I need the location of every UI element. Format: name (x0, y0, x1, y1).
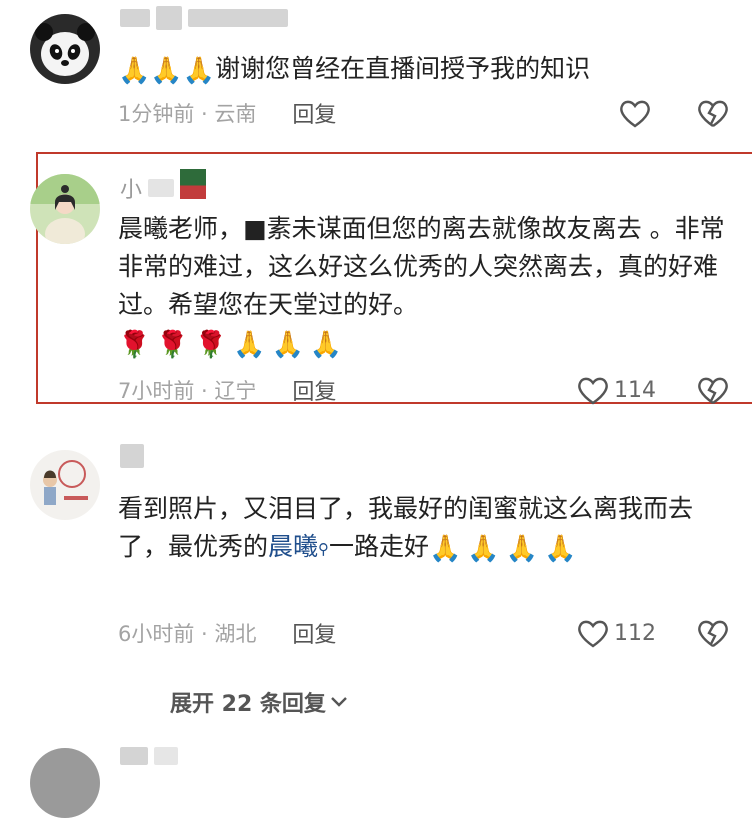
broken-heart-icon (696, 618, 730, 648)
broken-heart-icon (696, 375, 730, 405)
commenter-name[interactable] (120, 442, 144, 470)
comment-text: 晨曦老师，■素未谋面但您的离去就像故友离去 。非常非常的难过，这么好这么优秀的人… (118, 214, 725, 360)
timestamp-location: 7小时前 · 辽宁 (118, 379, 257, 403)
emoji-group: 🌹🌹🌹🙏🙏🙏 (118, 330, 349, 360)
commenter-name[interactable] (120, 4, 288, 32)
broken-heart-icon (696, 98, 730, 128)
dislike-button[interactable] (696, 98, 730, 128)
timestamp-location: 6小时前 · 湖北 (118, 622, 257, 646)
like-count: 114 (614, 377, 656, 403)
comment-meta: 1分钟前 · 云南 回复 (118, 97, 730, 129)
emoji-group: 🙏🙏🙏🙏 (429, 534, 583, 564)
chevron-down-icon (330, 695, 348, 709)
comment-meta: 6小时前 · 湖北 回复 112 (118, 617, 730, 649)
reply-button[interactable]: 回复 (292, 374, 336, 406)
reply-button[interactable]: 回复 (292, 617, 336, 649)
search-icon: ⚲ (318, 540, 330, 558)
like-button[interactable]: 114 (576, 375, 656, 405)
like-count: 112 (614, 620, 656, 646)
timestamp-location: 1分钟前 · 云南 (118, 102, 257, 126)
heart-outline-icon (576, 618, 610, 648)
comment-text: 🙏🙏🙏谢谢您曾经在直播间授予我的知识 (118, 54, 591, 86)
dislike-button[interactable] (696, 618, 730, 648)
mention-link[interactable]: 晨曦 (268, 532, 318, 561)
reply-button[interactable]: 回复 (292, 97, 336, 129)
commenter-name[interactable] (120, 742, 178, 770)
heart-outline-icon (618, 98, 652, 128)
like-button[interactable]: 112 (576, 618, 656, 648)
dislike-button[interactable] (696, 375, 730, 405)
avatar-panda[interactable] (30, 14, 100, 84)
expand-replies-button[interactable]: 展开 22 条回复 (170, 686, 348, 718)
avatar-character[interactable] (30, 450, 100, 520)
commenter-name[interactable]: 小 (120, 169, 207, 203)
emoji-group: 🙏🙏🙏 (118, 56, 216, 86)
heart-outline-icon (576, 375, 610, 405)
comment-text: 看到照片，又泪目了，我最好的闺蜜就这么离我而去了，最优秀的晨曦⚲一路走好🙏🙏🙏🙏 (118, 494, 694, 564)
like-button[interactable] (618, 98, 656, 128)
avatar-girl[interactable] (30, 174, 100, 244)
comment-meta: 7小时前 · 辽宁 回复 114 (118, 374, 730, 406)
